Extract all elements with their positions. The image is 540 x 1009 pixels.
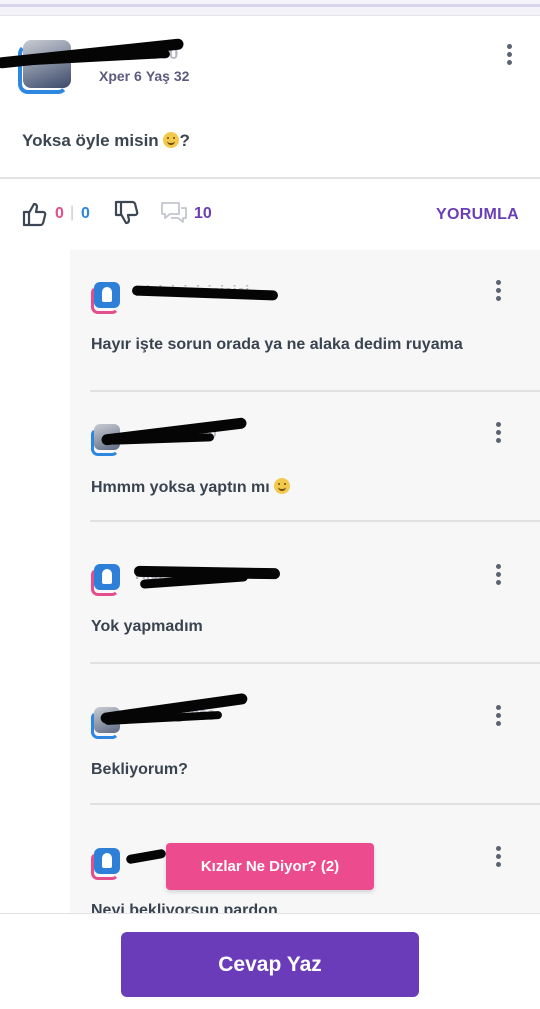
post-header: 800 Xper 6Yaş 32 — [0, 16, 540, 106]
more-vertical-icon[interactable] — [496, 422, 502, 448]
post-actions: 0 | 0 10 YORUMLA — [0, 190, 540, 240]
xper-level: Xper 6 — [99, 68, 142, 84]
more-vertical-icon[interactable] — [496, 280, 502, 306]
smiley-emoji-icon — [274, 478, 291, 494]
divider — [0, 177, 540, 179]
reply-item: Hici Yok yapmadım — [70, 522, 540, 664]
reply-text: Hmmm yoksa yaptın mı — [91, 478, 291, 497]
reply-item: Hiciciciciziciciej Hayır işte sorun orad… — [70, 250, 540, 392]
comments-icon[interactable] — [160, 201, 188, 225]
post-text-body: Yoksa öyle misin — [22, 131, 159, 150]
comment-button[interactable]: YORUMLA — [436, 206, 519, 224]
expert-badge-icon[interactable] — [91, 282, 121, 314]
girls-opinions-button[interactable]: Kızlar Ne Diyor? (2) — [166, 843, 374, 890]
reply-text-body: Hmmm yoksa yaptın mı — [91, 479, 270, 496]
like-count: 0 — [55, 205, 64, 222]
reply-text: Bekliyorum? — [91, 761, 188, 778]
expert-badge-icon[interactable] — [91, 564, 121, 596]
more-vertical-icon[interactable] — [507, 44, 513, 70]
reply-item: 00 Hmmm yoksa yaptın mı — [70, 380, 540, 522]
author-age: Yaş 32 — [145, 68, 190, 84]
top-progress-bar — [0, 0, 540, 16]
more-vertical-icon[interactable] — [496, 564, 502, 590]
dislike-count: 0 — [81, 205, 90, 222]
post-text: Yoksa öyle misin ? — [22, 131, 190, 151]
thumbs-up-icon[interactable] — [21, 201, 47, 227]
smiley-emoji-icon — [163, 132, 180, 148]
expert-badge-icon[interactable] — [91, 848, 121, 880]
write-answer-button[interactable]: Cevap Yaz — [121, 932, 419, 997]
reply-item: ete@/800 Bekliyorum? — [70, 663, 540, 805]
author-meta: Xper 6 Yaş 32 — [99, 68, 193, 84]
more-vertical-icon[interactable] — [496, 846, 502, 872]
bottom-action-bar: Cevap Yaz — [0, 913, 540, 1009]
post-text-suffix: ? — [179, 131, 190, 150]
comment-count: 10 — [194, 205, 212, 222]
reply-thread: Hiciciciciziciciej Hayır işte sorun orad… — [70, 250, 540, 915]
redaction-scribble — [125, 848, 167, 865]
count-separator: | — [70, 204, 75, 221]
more-vertical-icon[interactable] — [496, 705, 502, 731]
reply-text: Yok yapmadım — [91, 618, 203, 635]
reply-text: Hayır işte sorun orada ya ne alaka dedim… — [91, 336, 463, 353]
thumbs-down-icon[interactable] — [113, 200, 139, 226]
